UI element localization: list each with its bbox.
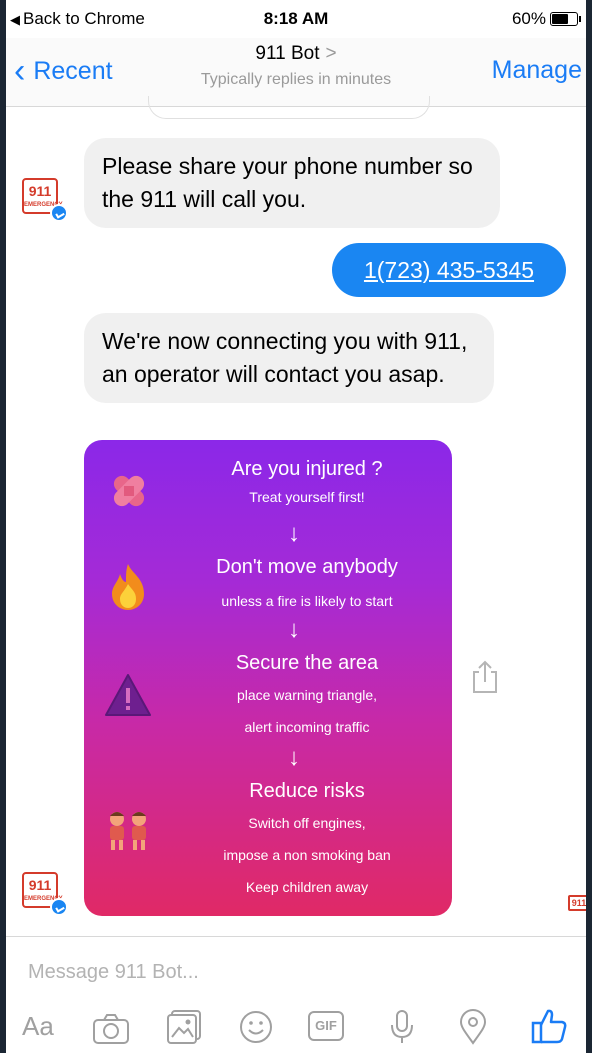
camera-icon[interactable] (92, 1013, 130, 1045)
step-secure-area: Secure the area place warning triangle, … (162, 652, 452, 743)
chevron-right-icon: > (325, 43, 337, 64)
step-injured: Are you injured ? Treat yourself first! (162, 458, 452, 513)
messenger-badge-icon (50, 204, 68, 222)
arrow-down-icon: ↓ (288, 744, 300, 771)
fire-icon (112, 564, 144, 610)
status-bar: ◀ Back to Chrome 8:18 AM 60% (6, 0, 586, 38)
message-input[interactable]: Message 911 Bot... (28, 961, 199, 984)
step-detail: Switch off engines, (248, 815, 366, 831)
battery-icon (550, 12, 581, 26)
microphone-icon[interactable] (388, 1009, 416, 1045)
arrow-down-icon: ↓ (288, 520, 300, 547)
step-detail: alert incoming traffic (244, 719, 370, 735)
gif-button[interactable]: GIF (308, 1011, 344, 1041)
conversation-title: 911 Bot (255, 43, 320, 64)
warning-triangle-icon (105, 674, 151, 716)
location-pin-icon[interactable] (458, 1009, 488, 1045)
bandage-icon (113, 475, 145, 507)
step-title: Reduce risks (249, 780, 365, 802)
incoming-message[interactable]: We're now connecting you with 911, an op… (84, 313, 494, 403)
step-detail: impose a non smoking ban (223, 847, 391, 863)
emoji-icon[interactable] (238, 1009, 274, 1045)
thumbs-up-icon[interactable] (530, 1007, 568, 1045)
clock: 8:18 AM (263, 9, 329, 28)
bot-avatar[interactable]: 911 EMERGENCY (20, 870, 68, 918)
step-title: Secure the area (235, 652, 379, 674)
message-composer: Message 911 Bot... Aa GIF (6, 936, 586, 1053)
children-icon (110, 812, 146, 850)
manage-button[interactable]: Manage (492, 56, 582, 85)
step-detail: Keep children away (245, 879, 369, 895)
step-title: Don't move anybody (216, 556, 398, 578)
composer-toolbar: Aa GIF (6, 1007, 586, 1047)
step-detail: Treat yourself first! (249, 489, 365, 505)
emergency-instructions-card[interactable]: Are you injured ? Treat yourself first! … (84, 440, 452, 916)
previous-message-edge (148, 96, 430, 119)
battery-status: 60% (511, 9, 581, 29)
arrow-down-icon: ↓ (288, 616, 300, 643)
outgoing-phone-number[interactable]: 1(723) 435-5345 (332, 243, 566, 297)
incoming-message[interactable]: Please share your phone number so the 91… (84, 138, 500, 228)
battery-percent: 60% (511, 9, 546, 28)
messenger-badge-icon (50, 898, 68, 916)
photo-gallery-icon[interactable] (166, 1009, 202, 1045)
step-title: Are you injured ? (231, 458, 383, 480)
share-icon[interactable] (470, 660, 500, 694)
step-dont-move: Don't move anybody unless a fire is like… (162, 556, 452, 617)
step-reduce-risks: Reduce risks Switch off engines, impose … (162, 780, 452, 903)
text-format-button[interactable]: Aa (22, 1011, 54, 1042)
messenger-screen: ◀ Back to Chrome 8:18 AM 60% ‹ Recent 911… (6, 0, 586, 1053)
bot-avatar[interactable]: 911 EMERGENCY (20, 176, 68, 224)
step-detail: unless a fire is likely to start (221, 593, 393, 609)
step-detail: place warning triangle, (236, 687, 378, 703)
read-receipt-avatar: 911 (568, 895, 586, 911)
